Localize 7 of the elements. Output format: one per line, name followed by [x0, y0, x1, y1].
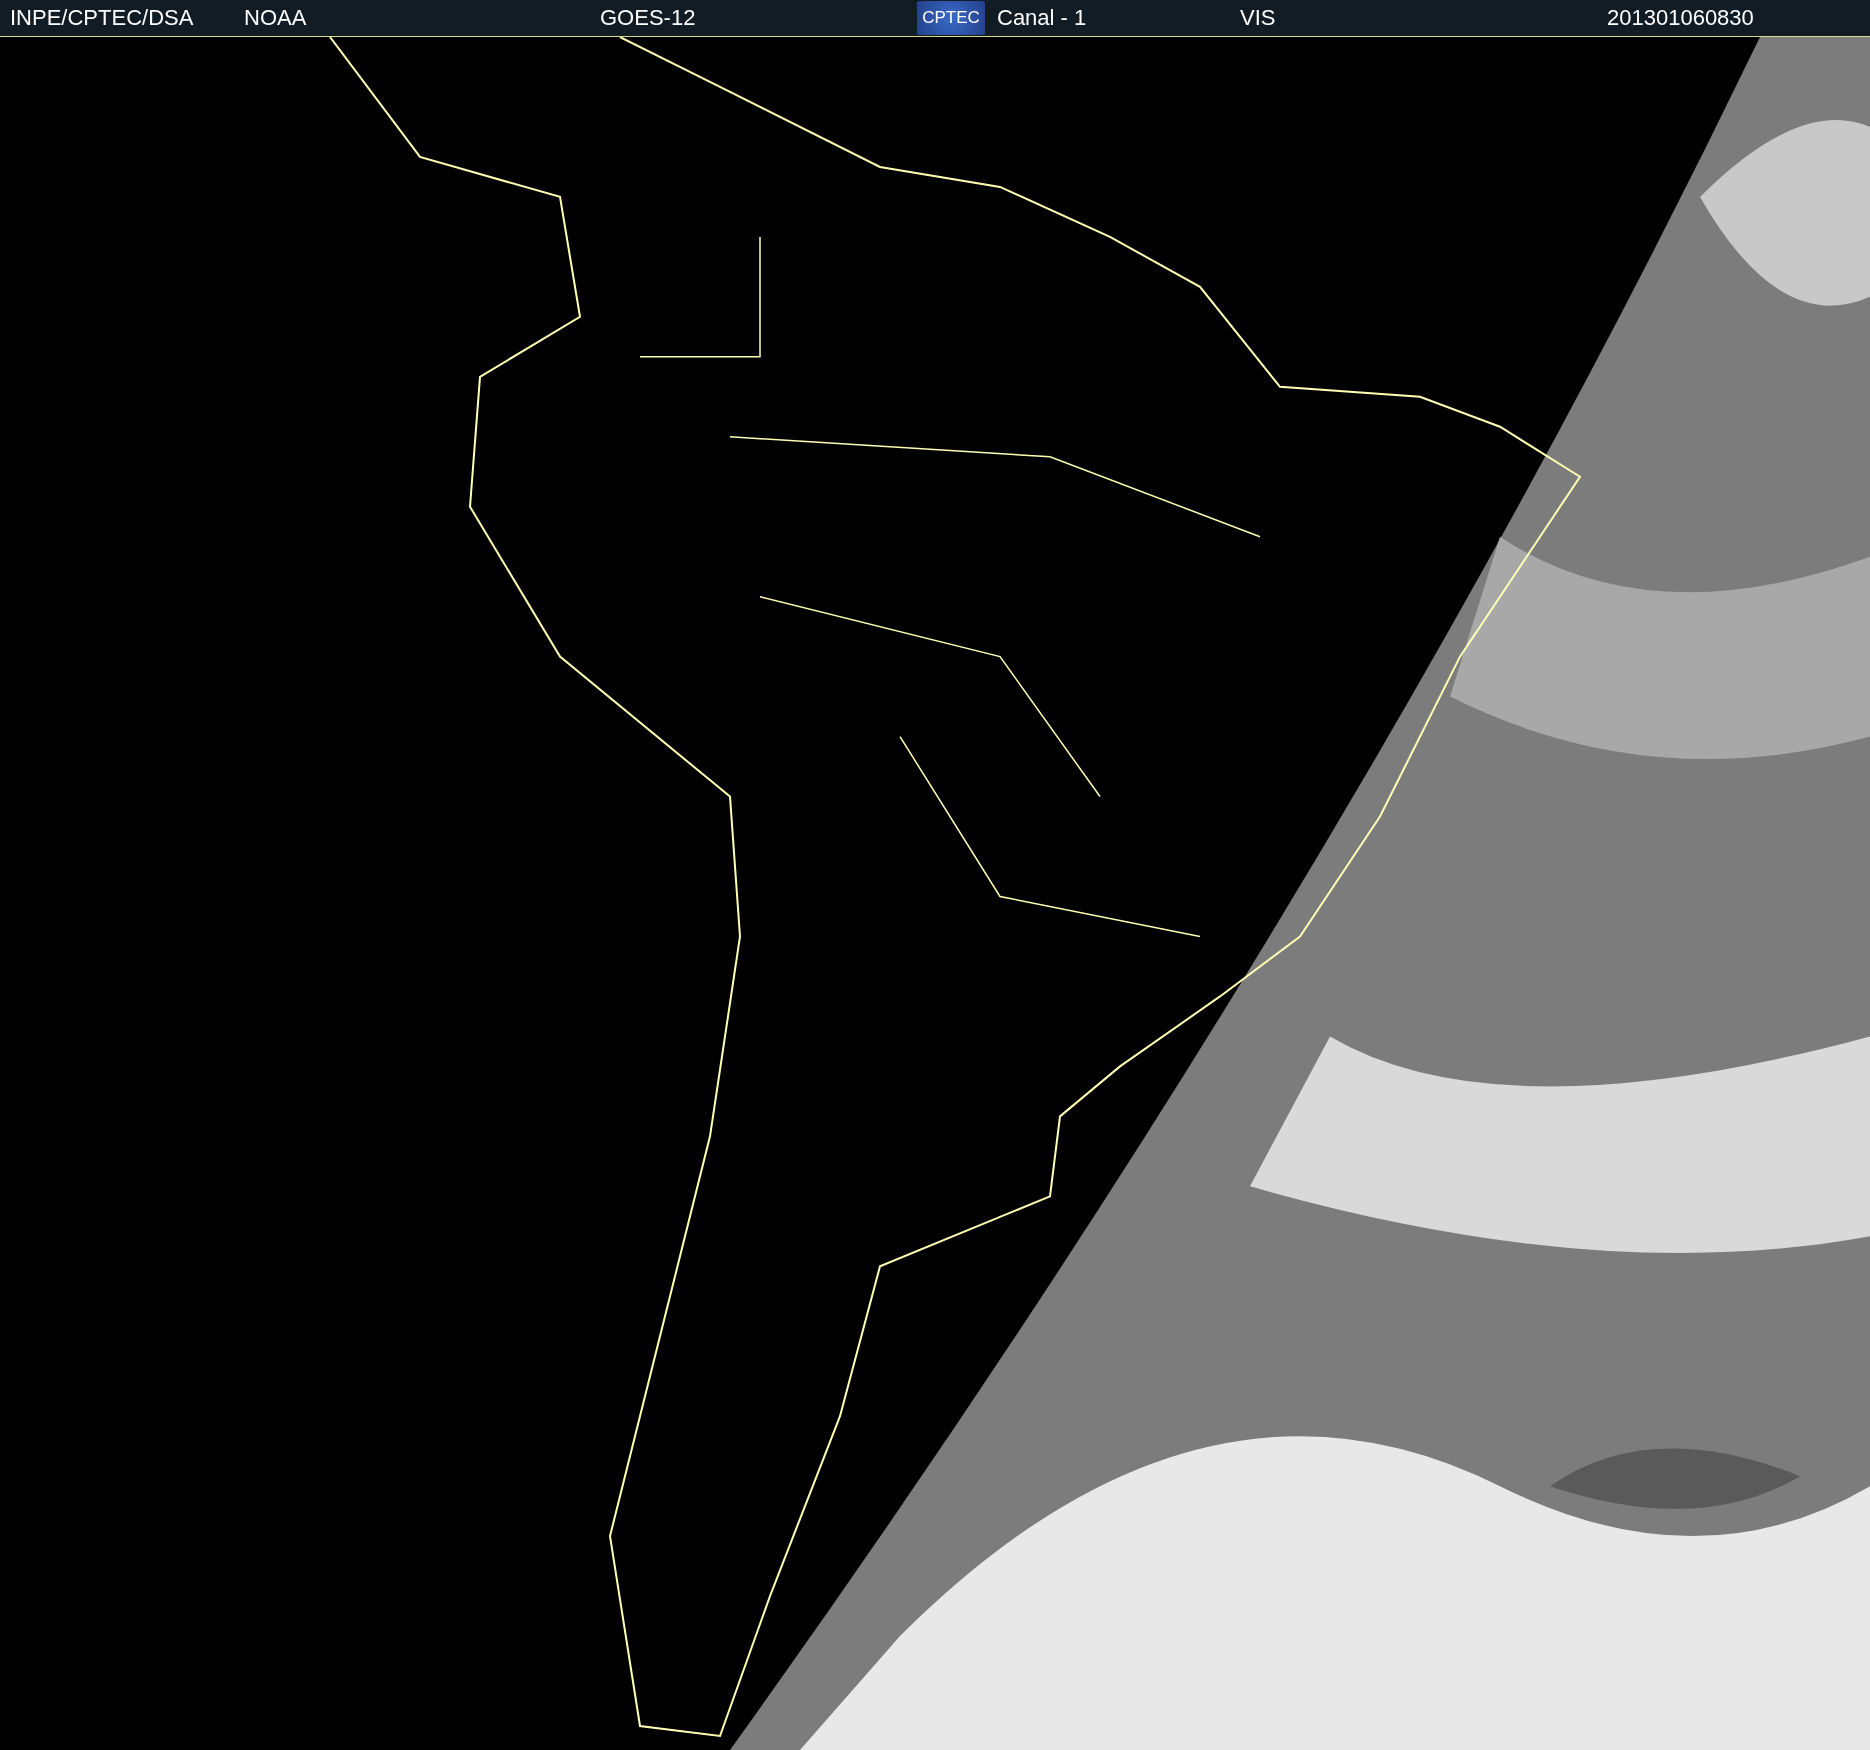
- header-label: VIS: [1240, 5, 1277, 31]
- header-label: NOAA: [244, 5, 308, 31]
- header-label: INPE/CPTEC/DSA: [10, 5, 195, 31]
- logo: CPTEC: [917, 1, 985, 35]
- header-label: Canal - 1: [997, 5, 1088, 31]
- header-label: GOES-12: [600, 5, 697, 31]
- header-label: 201301060830: [1607, 5, 1755, 31]
